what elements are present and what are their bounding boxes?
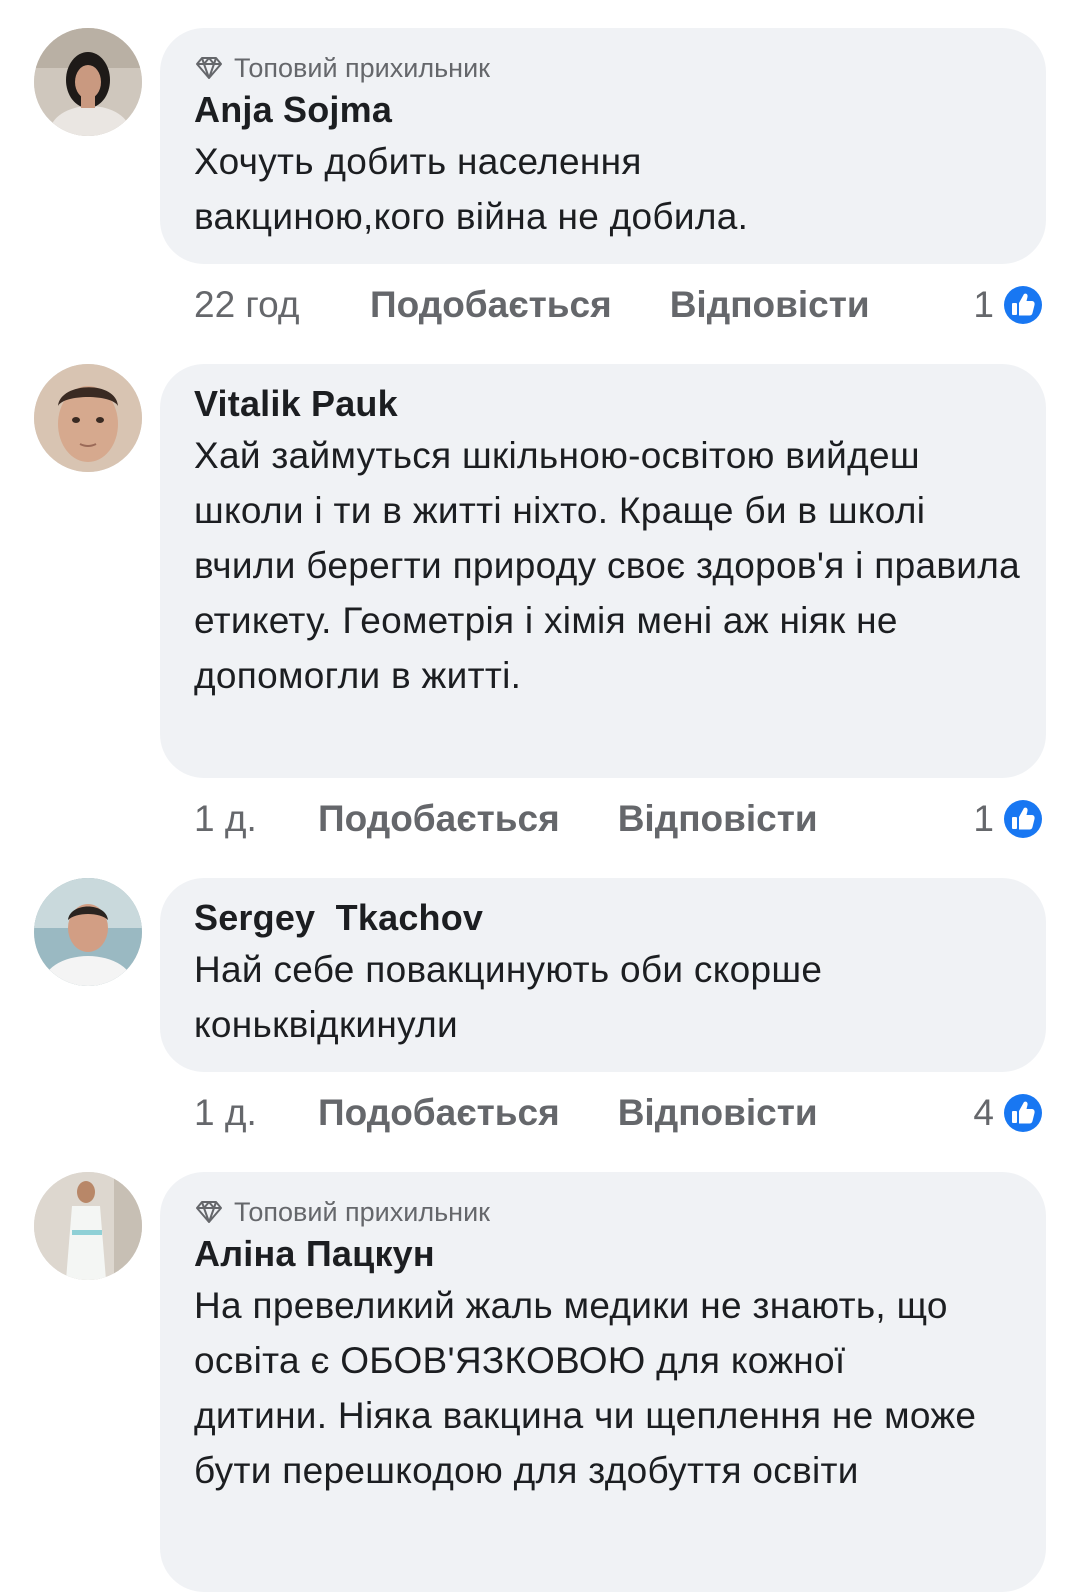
comment-time[interactable]: 1 д. bbox=[194, 798, 318, 840]
comment-actions: 1 д. Подобається Відповісти 4 bbox=[194, 1088, 1046, 1138]
like-button[interactable]: Подобається bbox=[318, 798, 560, 840]
reaction-count[interactable]: 4 bbox=[973, 1090, 1046, 1136]
comment-text: Най себе повакцинують оби скорше конькві… bbox=[194, 949, 823, 1045]
comment-time[interactable]: 1 д. bbox=[194, 1092, 318, 1134]
top-fan-badge: Топовий прихильник bbox=[194, 50, 1022, 86]
comment-author[interactable]: Аліна Пацкун bbox=[194, 1230, 1022, 1278]
like-thumb-icon bbox=[1000, 796, 1046, 842]
diamond-icon bbox=[194, 1200, 224, 1224]
comment-author[interactable]: Sergey Tkachov bbox=[194, 894, 1022, 942]
reply-button[interactable]: Відповісти bbox=[618, 1092, 818, 1134]
reply-button[interactable]: Відповісти bbox=[670, 284, 870, 326]
comment-text: Хай займуться шкільною-освітою вийдеш шк… bbox=[194, 435, 1021, 696]
reply-button[interactable]: Відповісти bbox=[618, 798, 818, 840]
reaction-count[interactable]: 1 bbox=[973, 282, 1046, 328]
comment-bubble: Sergey Tkachov Най себе повакцинують оби… bbox=[160, 878, 1046, 1072]
comment-author[interactable]: Vitalik Pauk bbox=[194, 380, 1022, 428]
reaction-count-value: 1 bbox=[973, 284, 994, 325]
like-thumb-icon bbox=[1000, 282, 1046, 328]
diamond-icon bbox=[194, 56, 224, 80]
badge-label: Топовий прихильник bbox=[234, 1196, 490, 1227]
reaction-count-value: 1 bbox=[973, 798, 994, 839]
badge-label: Топовий прихильник bbox=[234, 52, 490, 83]
avatar[interactable] bbox=[34, 28, 142, 136]
comment-actions: 22 год Подобається Відповісти 1 bbox=[194, 280, 1046, 330]
avatar[interactable] bbox=[34, 878, 142, 986]
avatar[interactable] bbox=[34, 1172, 142, 1280]
avatar[interactable] bbox=[34, 364, 142, 472]
comment-bubble: Vitalik Pauk Хай займуться шкільною-осві… bbox=[160, 364, 1046, 778]
top-fan-badge: Топовий прихильник bbox=[194, 1194, 1022, 1230]
like-button[interactable]: Подобається bbox=[370, 284, 612, 326]
comment-actions: 1 д. Подобається Відповісти 1 bbox=[194, 794, 1046, 844]
comment-author[interactable]: Anja Sojma bbox=[194, 86, 1022, 134]
comment-bubble: Топовий прихильник Аліна Пацкун На преве… bbox=[160, 1172, 1046, 1592]
reaction-count-value: 4 bbox=[973, 1092, 994, 1133]
comment-bubble: Топовий прихильник Anja Sojma Хочуть доб… bbox=[160, 28, 1046, 264]
comment-text: Хочуть добить населення вакциною,кого ві… bbox=[194, 141, 749, 237]
comment-text: На превеликий жаль медики не знають, що … bbox=[194, 1285, 977, 1491]
comment-time[interactable]: 22 год bbox=[194, 284, 370, 326]
reaction-count[interactable]: 1 bbox=[973, 796, 1046, 842]
like-thumb-icon bbox=[1000, 1090, 1046, 1136]
like-button[interactable]: Подобається bbox=[318, 1092, 560, 1134]
